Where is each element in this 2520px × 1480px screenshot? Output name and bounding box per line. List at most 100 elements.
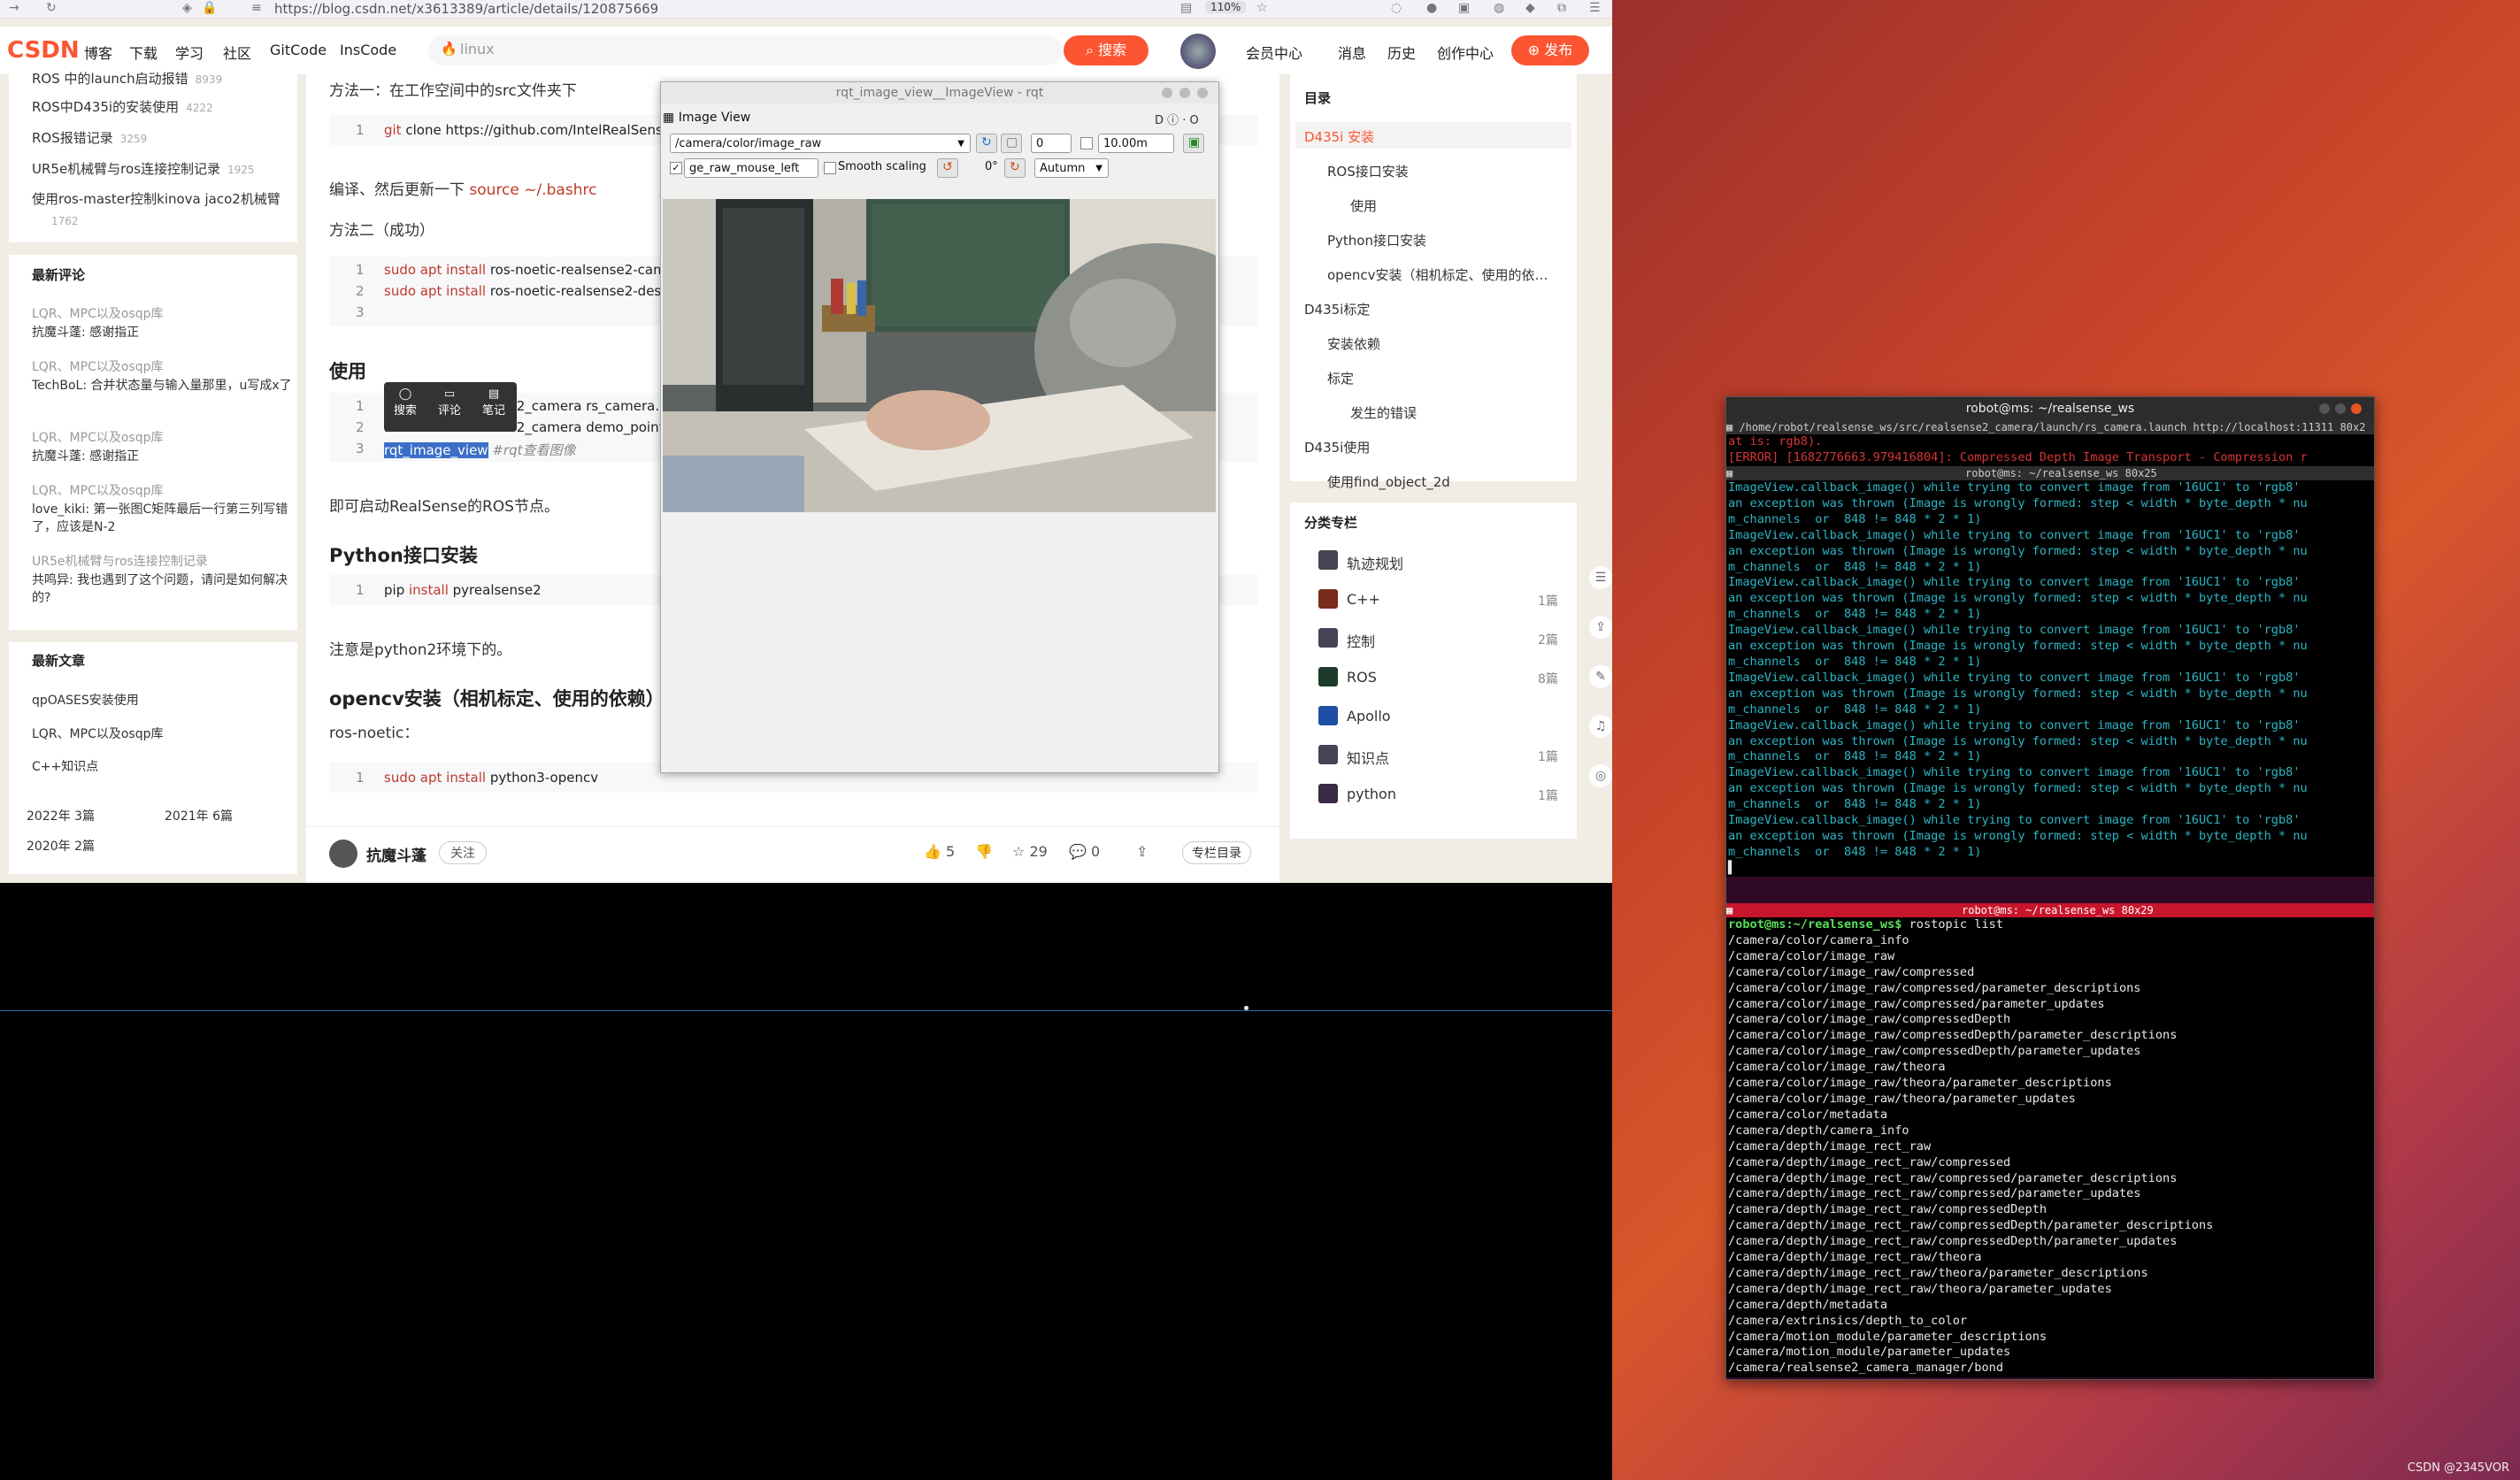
nav-item-gitcode[interactable]: GitCode: [270, 42, 327, 58]
mouse-publish-checkbox[interactable]: ✓: [670, 162, 682, 174]
sidebar-article[interactable]: ROS 中的launch启动报错 8939: [32, 69, 222, 88]
archive-link[interactable]: 2022年 3篇: [27, 807, 95, 824]
nav-item-learn[interactable]: 学习: [175, 42, 204, 63]
reload-icon[interactable]: ↻: [46, 1, 57, 15]
list-icon[interactable]: ☰: [1589, 566, 1612, 589]
forward-icon[interactable]: →: [9, 1, 19, 15]
toc-item[interactable]: D435i 安装: [1304, 127, 1374, 146]
category-item[interactable]: C++ 1篇: [1290, 587, 1577, 614]
toc-item[interactable]: 安装依赖: [1327, 334, 1380, 353]
toc-item[interactable]: D435i使用: [1304, 438, 1370, 456]
headset-icon[interactable]: ♫: [1589, 715, 1612, 738]
sidebar-article[interactable]: ROS中D435i的安装使用 4222: [32, 97, 213, 116]
extension-icon[interactable]: ◆: [1525, 1, 1535, 15]
extension-icon[interactable]: ●: [1426, 1, 1437, 15]
spin-value[interactable]: 0: [1031, 134, 1072, 153]
category-item[interactable]: 轨迹规划: [1290, 548, 1577, 575]
comment-article-link[interactable]: LQR、MPC以及osqp库: [32, 428, 163, 446]
menu-icon[interactable]: ☰: [1589, 1, 1601, 15]
url-bar[interactable]: → ↻ ◈ 🔒 ≡ https://blog.csdn.net/x3613389…: [0, 0, 1612, 19]
category-item[interactable]: 控制 2篇: [1290, 626, 1577, 653]
zoom-fit-button[interactable]: ▢: [1001, 134, 1022, 153]
toc-item[interactable]: opencv安装（相机标定、使用的依…: [1327, 265, 1548, 284]
rotate-right-button[interactable]: ↻: [1004, 158, 1026, 178]
minimize-icon[interactable]: [1162, 88, 1172, 98]
toc-item[interactable]: D435i标定: [1304, 300, 1370, 318]
nav-item-community[interactable]: 社区: [223, 42, 251, 63]
learn-icon[interactable]: ◎: [1589, 764, 1612, 787]
refresh-topics-button[interactable]: ↻: [976, 134, 997, 153]
extension-icon[interactable]: ◍: [1494, 1, 1504, 15]
comment-article-link[interactable]: LQR、MPC以及osqp库: [32, 304, 163, 322]
toc-item[interactable]: 使用: [1350, 196, 1377, 215]
close-icon[interactable]: [1197, 88, 1208, 98]
publish-button[interactable]: ⊕ 发布: [1511, 35, 1589, 65]
category-item[interactable]: Apollo: [1290, 704, 1577, 731]
colormap-selector[interactable]: Autumn ▼: [1034, 158, 1109, 178]
pocket-icon[interactable]: ◌: [1391, 1, 1402, 15]
toc-item[interactable]: 发生的错误: [1350, 403, 1417, 422]
shield-icon[interactable]: ◈: [182, 1, 192, 15]
archive-link[interactable]: 2021年 6篇: [165, 807, 233, 824]
comment-button[interactable]: 💬 0: [1069, 843, 1100, 860]
author-avatar[interactable]: [329, 840, 357, 868]
nav-item-download[interactable]: 下载: [129, 42, 158, 63]
rqt-window-title[interactable]: rqt_image_view__ImageView - rqt: [661, 82, 1218, 104]
csdn-logo[interactable]: CSDN: [7, 37, 80, 64]
maximize-icon[interactable]: [2335, 403, 2346, 414]
thumbs-down-icon[interactable]: 👎: [975, 843, 993, 860]
category-item[interactable]: ROS 8篇: [1290, 665, 1577, 692]
comment-article-link[interactable]: LQR、MPC以及osqp库: [32, 481, 163, 499]
search-button[interactable]: ⌕ 搜索: [1064, 35, 1149, 65]
camera-image[interactable]: [663, 199, 1216, 512]
topic-selector[interactable]: /camera/color/image_raw ▼: [670, 134, 971, 153]
url-text[interactable]: https://blog.csdn.net/x3613389/article/d…: [274, 1, 658, 17]
column-toc-button[interactable]: 专栏目录: [1182, 841, 1251, 864]
extensions-puzzle-icon[interactable]: ⧉: [1557, 1, 1566, 15]
popup-note[interactable]: ▤ 笔记: [476, 387, 511, 418]
zoom-level[interactable]: 110%: [1205, 1, 1247, 13]
sidebar-article[interactable]: 使用ros-master控制kinova jaco2机械臂: [32, 189, 280, 208]
author-name[interactable]: 抗魔斗蓬: [366, 843, 426, 865]
nav-history[interactable]: 历史: [1387, 42, 1416, 63]
page-info-icon[interactable]: ≡: [251, 1, 262, 15]
collect-button[interactable]: ☆ 29: [1012, 843, 1048, 860]
minimize-icon[interactable]: [2319, 403, 2330, 414]
nav-messages[interactable]: 消息: [1338, 42, 1366, 63]
dynamic-range-checkbox[interactable]: [1080, 137, 1093, 150]
popup-search[interactable]: ◯ 搜索: [388, 387, 423, 418]
toc-item[interactable]: 使用find_object_2d: [1327, 472, 1450, 491]
maximize-icon[interactable]: [1179, 88, 1190, 98]
plugin-dock-icons[interactable]: D ⓘ · O: [1155, 111, 1199, 127]
terminal-pane-launch[interactable]: at is: rgb8). [ERROR] [1682776663.979416…: [1726, 434, 2374, 466]
pane-title-bar[interactable]: ▦ /home/robot/realsense_ws/src/realsense…: [1726, 420, 2374, 434]
terminal-pane-rostopic[interactable]: robot@ms:~/realsense_ws$ rostopic list /…: [1726, 917, 2374, 1377]
close-icon[interactable]: [2351, 403, 2362, 414]
nav-item-blog[interactable]: 博客: [84, 42, 112, 63]
recent-article-link[interactable]: LQR、MPC以及osqp库: [32, 725, 163, 742]
category-item[interactable]: 知识点 1篇: [1290, 743, 1577, 770]
save-image-button[interactable]: ▣: [1183, 134, 1204, 153]
avatar[interactable]: [1180, 34, 1216, 69]
share-icon[interactable]: ⇪: [1136, 843, 1148, 860]
sidebar-article[interactable]: UR5e机械臂与ros连接控制记录 1925: [32, 159, 255, 178]
comment-article-link[interactable]: UR5e机械臂与ros连接控制记录: [32, 552, 208, 570]
nav-item-inscode[interactable]: InsCode: [340, 42, 396, 58]
popup-comment[interactable]: ▭ 评论: [432, 387, 467, 418]
smooth-scaling-checkbox[interactable]: [824, 162, 836, 174]
edit-icon[interactable]: ✎: [1589, 665, 1612, 688]
comment-article-link[interactable]: LQR、MPC以及osqp库: [32, 357, 163, 375]
nav-member-center[interactable]: 会员中心: [1246, 42, 1302, 63]
terminal-title[interactable]: robot@ms: ~/realsense_ws: [1726, 397, 2374, 420]
extension-icon[interactable]: ▣: [1458, 1, 1470, 15]
bookmark-star-icon[interactable]: ☆: [1256, 1, 1268, 15]
pane-title-bar[interactable]: ▦ robot@ms: ~/realsense_ws 80x25: [1726, 466, 2374, 480]
recent-article-link[interactable]: C++知识点: [32, 757, 98, 775]
max-depth-value[interactable]: 10.00m: [1098, 134, 1174, 153]
search-input[interactable]: 🔥 linux: [428, 35, 1062, 65]
mouse-topic-input[interactable]: ge_raw_mouse_left: [684, 158, 818, 178]
toc-item[interactable]: Python接口安装: [1327, 231, 1426, 249]
category-item[interactable]: python 1篇: [1290, 782, 1577, 809]
toc-item[interactable]: ROS接口安装: [1327, 162, 1409, 180]
sidebar-article[interactable]: ROS报错记录 3259: [32, 128, 147, 147]
